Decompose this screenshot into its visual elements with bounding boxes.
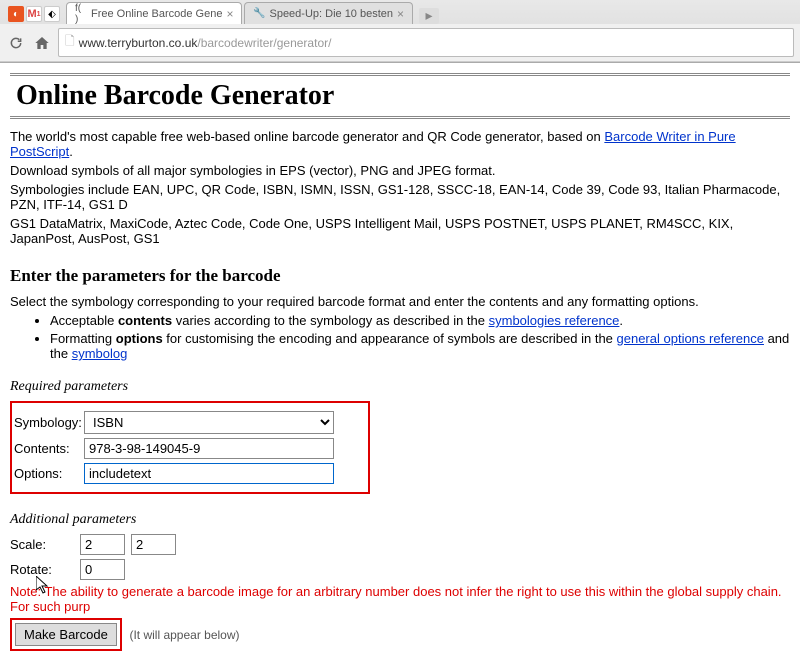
- gmail-icon[interactable]: M1: [26, 6, 42, 22]
- b2-mid: for customising the encoding and appeara…: [163, 331, 617, 346]
- b1-post: .: [619, 313, 623, 328]
- make-barcode-button[interactable]: Make Barcode: [15, 623, 117, 646]
- intro-text: The world's most capable free web-based …: [10, 129, 790, 159]
- b1-bold: contents: [118, 313, 172, 328]
- reload-button[interactable]: [6, 33, 26, 53]
- appear-below-text: (It will appear below): [129, 628, 239, 642]
- b2-bold: options: [116, 331, 163, 346]
- intro-post: .: [69, 144, 73, 159]
- symbology-label: Symbology:: [14, 415, 84, 430]
- b1-mid: varies according to the symbology as des…: [172, 313, 489, 328]
- b2-pre: Formatting: [50, 331, 116, 346]
- tab-barcode[interactable]: f( ) Free Online Barcode Gene ×: [66, 2, 242, 24]
- page-title: Online Barcode Generator: [10, 73, 790, 119]
- options-input[interactable]: [84, 463, 334, 484]
- symbology-options-link[interactable]: symbolog: [72, 346, 128, 361]
- required-parameters-label: Required parameters: [10, 379, 790, 395]
- close-icon[interactable]: ×: [397, 7, 404, 21]
- tab-title: Free Online Barcode Gene: [91, 8, 222, 20]
- reload-icon: [9, 36, 23, 50]
- symbologies-line1: Symbologies include EAN, UPC, QR Code, I…: [10, 182, 790, 212]
- symbologies-reference-link[interactable]: symbologies reference: [489, 313, 620, 328]
- intro-pre: The world's most capable free web-based …: [10, 129, 604, 144]
- tab-strip: ◐ M1 ⬖ f( ) Free Online Barcode Gene × 🔧…: [0, 0, 800, 24]
- download-line: Download symbols of all major symbologie…: [10, 163, 790, 178]
- scale-y-input[interactable]: [131, 534, 176, 555]
- url-path: /barcodewriter/generator/: [197, 36, 331, 50]
- symbologies-line2: GS1 DataMatrix, MaxiCode, Aztec Code, Co…: [10, 216, 790, 246]
- url-host: www.terryburton.co.uk: [79, 36, 198, 50]
- tab-favicon: 🔧: [253, 8, 265, 20]
- tab-speedup[interactable]: 🔧 Speed-Up: Die 10 besten ×: [244, 2, 413, 24]
- supply-chain-note: Note: The ability to generate a barcode …: [10, 584, 790, 614]
- contents-label: Contents:: [14, 441, 84, 456]
- enter-params-heading: Enter the parameters for the barcode: [10, 266, 790, 286]
- bullet-contents: Acceptable contents varies according to …: [50, 313, 790, 328]
- select-instruction: Select the symbology corresponding to yo…: [10, 294, 790, 309]
- tab-title: Speed-Up: Die 10 besten: [269, 8, 393, 20]
- b1-pre: Acceptable: [50, 313, 118, 328]
- home-icon: [34, 35, 50, 51]
- additional-parameters-label: Additional parameters: [10, 512, 790, 528]
- bullet-options: Formatting options for customising the e…: [50, 331, 790, 361]
- app-icon[interactable]: ⬖: [44, 6, 60, 22]
- home-button[interactable]: [32, 33, 52, 53]
- scale-label: Scale:: [10, 537, 80, 552]
- rotate-input[interactable]: [80, 559, 125, 580]
- close-icon[interactable]: ×: [226, 7, 233, 21]
- url-bar[interactable]: 🗋 www.terryburton.co.uk/barcodewriter/ge…: [58, 28, 794, 57]
- tab-favicon: f( ): [75, 8, 87, 20]
- new-tab-button[interactable]: ▸: [419, 8, 439, 24]
- required-box-highlight: Symbology: ISBN Contents: Options:: [10, 401, 370, 494]
- contents-input[interactable]: [84, 438, 334, 459]
- make-barcode-highlight: Make Barcode: [10, 618, 122, 651]
- symbology-select[interactable]: ISBN: [84, 411, 334, 434]
- page-icon: 🗋: [65, 32, 75, 53]
- options-label: Options:: [14, 466, 84, 481]
- rotate-label: Rotate:: [10, 562, 80, 577]
- ubuntu-icon[interactable]: ◐: [8, 6, 24, 22]
- general-options-reference-link[interactable]: general options reference: [617, 331, 764, 346]
- scale-x-input[interactable]: [80, 534, 125, 555]
